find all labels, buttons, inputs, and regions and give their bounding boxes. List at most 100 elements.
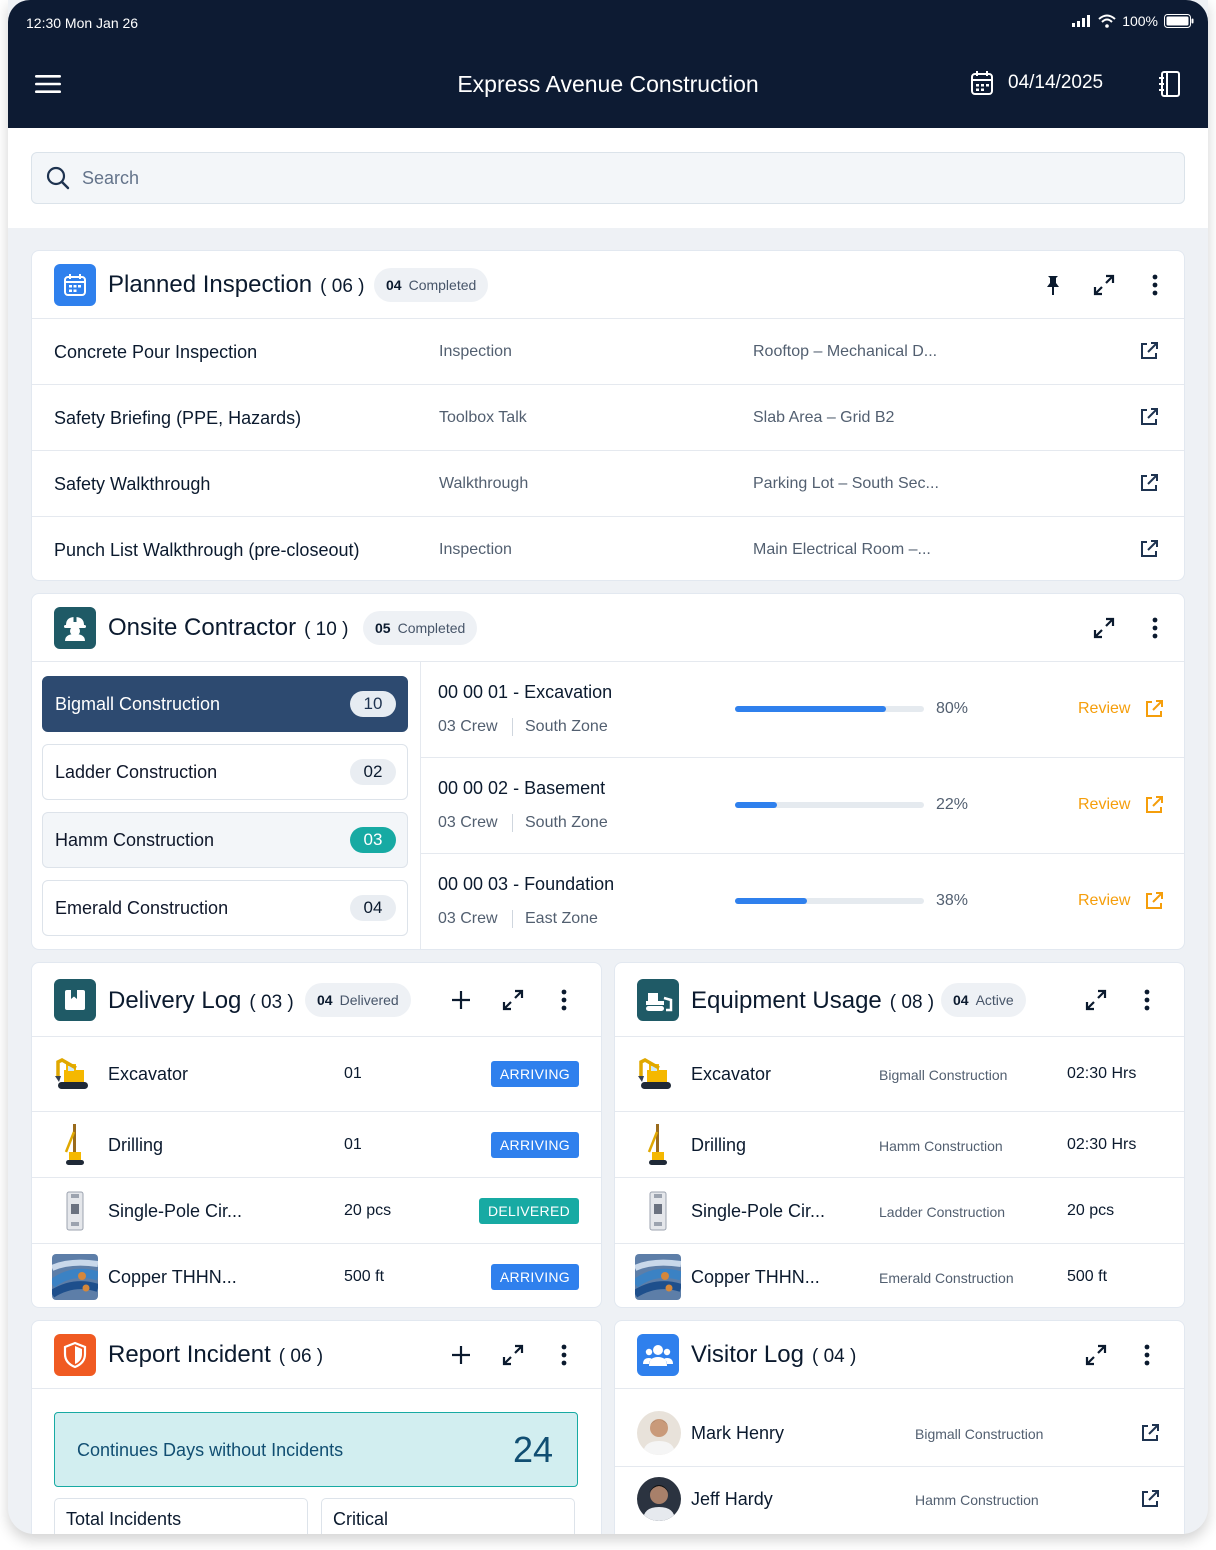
equipment-row[interactable]: Drilling Hamm Construction 02:30 Hrs (615, 1112, 1184, 1178)
title-count: ( 06 ) (278, 1346, 324, 1367)
more-options-icon[interactable] (1142, 272, 1168, 298)
contractor-item-bigmall[interactable]: Bigmall Construction 10 (42, 676, 408, 732)
bulldozer-icon (637, 979, 679, 1021)
title-text: Delivery Log (108, 987, 242, 1014)
equipment-item: Excavator (691, 1064, 772, 1084)
status-time: 12:30 Mon Jan 26 (26, 15, 139, 31)
visitor-company: Hamm Construction (915, 1492, 1039, 1508)
date-picker[interactable]: 04/14/2025 (970, 70, 1103, 96)
avatar (637, 1477, 681, 1521)
contractor-name: Bigmall Construction (55, 694, 221, 714)
delivery-row[interactable]: Drilling 01 ARRIVING (32, 1112, 601, 1178)
equipment-row[interactable]: Single-Pole Cir... Ladder Construction 2… (615, 1178, 1184, 1244)
inspection-row[interactable]: Concrete Pour Inspection Inspection Roof… (32, 319, 1184, 385)
stat-label: Total Incidents (66, 1509, 182, 1529)
title-text: Onsite Contractor (108, 614, 297, 641)
visitor-row[interactable]: Jeff Hardy Hamm Construction (615, 1467, 1184, 1533)
search-bar[interactable] (31, 152, 1185, 204)
inspection-row[interactable]: Punch List Walkthrough (pre-closeout) In… (32, 517, 1184, 580)
status-tag: ARRIVING (490, 1061, 579, 1087)
more-options-icon[interactable] (1142, 615, 1168, 641)
inspection-name: Safety Briefing (PPE, Hazards) (54, 408, 302, 428)
review-link[interactable]: Review (1078, 892, 1163, 910)
card-title: Visitor Log ( 04 ) (691, 1341, 856, 1369)
equipment-value: 20 pcs (1067, 1202, 1115, 1219)
status-tag: ARRIVING (490, 1132, 579, 1158)
expand-icon[interactable] (1083, 987, 1109, 1013)
review-link[interactable]: Review (1078, 796, 1163, 814)
task-crew: 03 Crew (438, 910, 498, 927)
signal-icon (1072, 15, 1091, 27)
progress-bar (735, 898, 924, 904)
title-count: ( 03 ) (249, 992, 294, 1013)
contractor-item-ladder[interactable]: Ladder Construction 02 (42, 744, 408, 800)
equipment-row[interactable]: Copper THHN... Emerald Construction 500 … (615, 1244, 1184, 1307)
review-link[interactable]: Review (1078, 700, 1163, 718)
more-options-icon[interactable] (1134, 1342, 1160, 1368)
visitor-row[interactable]: Mark Henry Bigmall Construction (615, 1401, 1184, 1467)
inspection-location: Rooftop – Mechanical D... (753, 343, 938, 360)
expand-icon[interactable] (1091, 272, 1117, 298)
more-options-icon[interactable] (551, 1342, 577, 1368)
contractor-item-emerald[interactable]: Emerald Construction 04 (42, 880, 408, 936)
task-crew: 03 Crew (438, 718, 498, 735)
add-icon[interactable] (448, 987, 474, 1013)
external-link-icon (1146, 796, 1163, 813)
delivery-row[interactable]: Single-Pole Cir... 20 pcs DELIVERED (32, 1178, 601, 1244)
pin-icon[interactable] (1040, 272, 1066, 298)
more-options-icon[interactable] (551, 987, 577, 1013)
contractor-item-hamm[interactable]: Hamm Construction 03 (42, 812, 408, 868)
task-row: 00 00 03 - Foundation 03 Crew East Zone … (420, 854, 1184, 949)
equipment-usage-card: Equipment Usage ( 08 ) 04 Active Excavator… (614, 962, 1185, 1308)
expand-icon[interactable] (1091, 615, 1117, 641)
review-label: Review (1078, 796, 1131, 813)
task-row: 00 00 02 - Basement 03 Crew South Zone 2… (420, 758, 1184, 854)
expand-icon[interactable] (500, 987, 526, 1013)
external-link-icon[interactable] (1139, 1488, 1161, 1510)
inspection-type: Inspection (439, 541, 512, 558)
critical-incidents-tile[interactable]: Critical (321, 1498, 575, 1534)
delivery-row[interactable]: Copper THHN... 500 ft ARRIVING (32, 1244, 601, 1307)
card-title: Equipment Usage ( 08 ) (691, 987, 934, 1015)
badge-number: 05 (375, 620, 391, 636)
visitor-name: Mark Henry (691, 1423, 785, 1443)
external-link-icon[interactable] (1138, 472, 1160, 494)
inspection-row[interactable]: Safety Walkthrough Walkthrough Parking L… (32, 451, 1184, 517)
report-incident-card: Report Incident ( 06 ) Continues Days wit… (31, 1320, 602, 1534)
external-link-icon[interactable] (1139, 1422, 1161, 1444)
search-input[interactable] (82, 167, 1082, 189)
bookmark-icon (54, 979, 96, 1021)
delivery-qty: 500 ft (344, 1268, 385, 1285)
inspection-type: Toolbox Talk (439, 409, 527, 426)
progress-fill (735, 898, 807, 904)
expand-icon[interactable] (500, 1342, 526, 1368)
delivery-qty: 01 (344, 1136, 362, 1153)
more-options-icon[interactable] (1134, 987, 1160, 1013)
task-title: 00 00 01 - Excavation (438, 682, 613, 702)
badge-number: 04 (317, 992, 333, 1008)
inspection-type: Inspection (439, 343, 512, 360)
expand-icon[interactable] (1083, 1342, 1109, 1368)
equipment-company: Bigmall Construction (879, 1067, 1008, 1083)
notebook-icon[interactable] (1158, 70, 1182, 103)
inspection-type: Walkthrough (439, 475, 529, 492)
delivery-item: Copper THHN... (108, 1267, 237, 1287)
total-incidents-tile[interactable]: Total Incidents (54, 1498, 308, 1534)
add-icon[interactable] (448, 1342, 474, 1368)
card-title: Report Incident ( 06 ) (108, 1341, 323, 1369)
badge-number: 04 (953, 992, 969, 1008)
external-link-icon[interactable] (1138, 538, 1160, 560)
status-tag: ARRIVING (490, 1264, 579, 1290)
circuit-breaker-icon (635, 1188, 681, 1234)
avatar (637, 1411, 681, 1455)
inspection-row[interactable]: Safety Briefing (PPE, Hazards) Toolbox T… (32, 385, 1184, 451)
equipment-row[interactable]: Excavator Bigmall Construction 02:30 Hrs (615, 1037, 1184, 1112)
badge-label: Active (975, 992, 1014, 1008)
title-text: Equipment Usage (691, 987, 882, 1014)
battery-percent: 100% (1122, 13, 1158, 29)
external-link-icon[interactable] (1138, 406, 1160, 428)
external-link-icon[interactable] (1138, 340, 1160, 362)
title-text: Report Incident (108, 1341, 271, 1368)
badge-label: Completed (397, 620, 466, 636)
delivery-row[interactable]: Excavator 01 ARRIVING (32, 1037, 601, 1112)
